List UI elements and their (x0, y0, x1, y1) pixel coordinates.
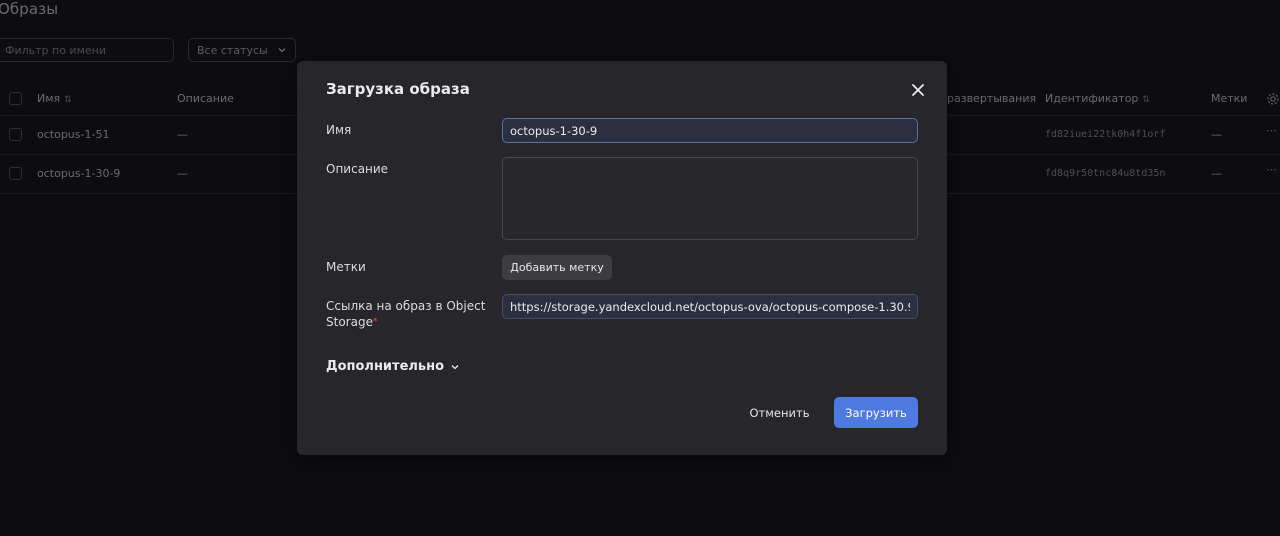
row-name[interactable]: octopus-1-51 (37, 128, 109, 141)
row-labels: — (1211, 167, 1222, 180)
upload-image-dialog: Загрузка образа Имя Описание Метки Добав… (297, 61, 947, 455)
row-name[interactable]: octopus-1-30-9 (37, 167, 120, 180)
description-label: Описание (326, 162, 389, 176)
name-filter[interactable] (0, 38, 189, 62)
labels-label: Метки (326, 260, 366, 274)
column-header-name[interactable]: Имя ⇅ (37, 92, 72, 105)
url-field[interactable] (502, 294, 918, 319)
column-header-labels: Метки (1211, 92, 1248, 105)
url-label-text: Ссылка на образ в Object Storage (326, 299, 486, 329)
row-labels: — (1211, 128, 1222, 141)
chevron-down-icon (278, 48, 286, 53)
row-description: — (177, 128, 188, 141)
name-input[interactable] (503, 119, 917, 142)
cancel-button[interactable]: Отменить (742, 398, 817, 428)
description-textarea[interactable] (503, 158, 917, 239)
column-header-description: Описание (177, 92, 234, 105)
name-filter-input[interactable] (0, 39, 189, 62)
close-icon[interactable] (909, 81, 927, 99)
page-title: Образы (0, 0, 59, 18)
name-label: Имя (326, 123, 352, 137)
add-label-button[interactable]: Добавить метку (502, 255, 612, 280)
required-mark: * (372, 317, 378, 327)
images-page: Образы Все статусы Имя⇅ Описание разверт… (0, 0, 1280, 536)
description-field[interactable] (502, 157, 918, 240)
more-icon[interactable]: ⋯ (1266, 163, 1277, 176)
name-field[interactable] (502, 118, 918, 143)
row-checkbox[interactable] (9, 128, 22, 141)
row-description: — (177, 167, 188, 180)
column-header-deploy: развертывания (947, 92, 1037, 105)
more-icon[interactable]: ⋯ (1266, 124, 1277, 137)
sort-icon[interactable]: ⇅ (1142, 95, 1150, 105)
select-all-checkbox[interactable] (9, 92, 22, 105)
advanced-label: Дополнительно (326, 359, 445, 374)
status-select[interactable]: Все статусы (188, 38, 296, 62)
gear-icon[interactable] (1266, 92, 1280, 106)
status-select-value: Все статусы (197, 43, 268, 57)
dialog-title: Загрузка образа (326, 80, 470, 98)
chevron-down-icon (451, 364, 459, 369)
url-input[interactable] (503, 295, 917, 318)
upload-button[interactable]: Загрузить (834, 397, 918, 428)
row-checkbox[interactable] (9, 167, 22, 180)
row-id: fd82iuei22tk0h4f1orf (1045, 129, 1166, 140)
row-id: fd8q9r50tnc84u8td35n (1045, 168, 1166, 179)
advanced-toggle[interactable]: Дополнительно (326, 359, 460, 374)
column-header-id[interactable]: Идентификатор ⇅ (1045, 92, 1150, 105)
sort-icon[interactable]: ⇅ (64, 95, 72, 105)
url-label: Ссылка на образ в Object Storage* (326, 298, 486, 330)
